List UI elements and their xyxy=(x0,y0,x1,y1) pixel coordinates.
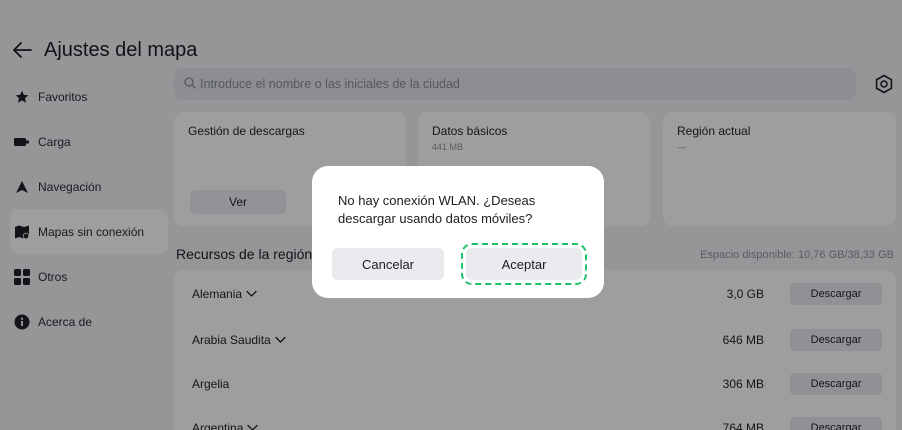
dialog-message: No hay conexión WLAN. ¿Deseas descargar … xyxy=(338,193,536,226)
cancel-button[interactable]: Cancelar xyxy=(332,248,444,280)
accept-button[interactable]: Aceptar xyxy=(461,243,587,285)
mobile-data-dialog: No hay conexión WLAN. ¿Deseas descargar … xyxy=(312,166,604,298)
map-settings-screen: Ajustes del mapa Favoritos Carga Navegac… xyxy=(0,0,902,430)
